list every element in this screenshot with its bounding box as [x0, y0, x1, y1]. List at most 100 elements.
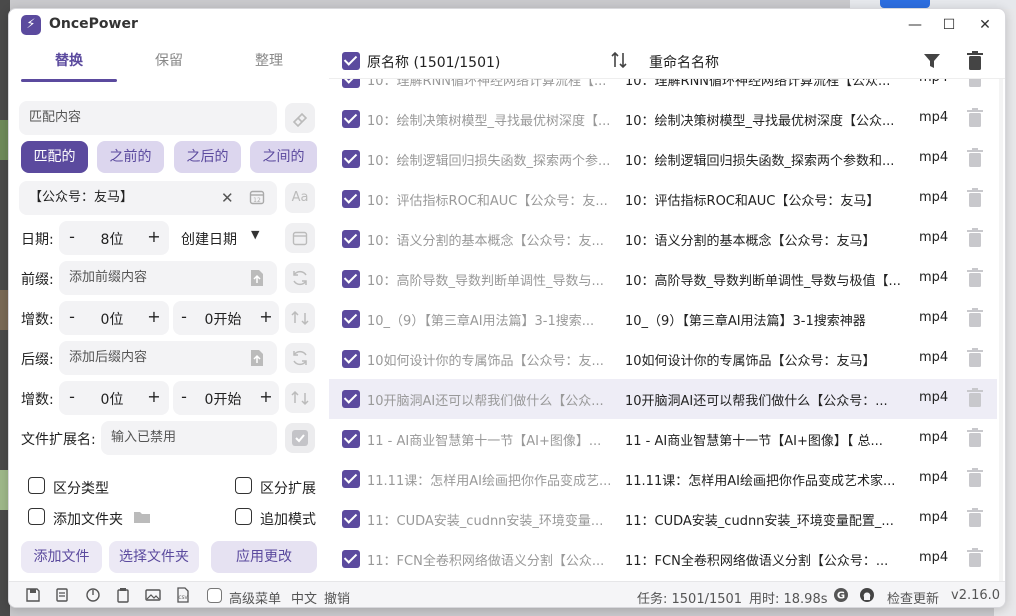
suffix-start-plus[interactable]: + [255, 387, 277, 406]
add-file-button[interactable]: 添加文件 [21, 541, 102, 573]
prefix-input[interactable]: 添加前缀内容 [59, 261, 277, 295]
row-checkbox[interactable] [342, 470, 360, 488]
select-all-checkbox[interactable] [342, 52, 360, 70]
row-checkbox[interactable] [342, 390, 360, 408]
table-row[interactable]: 11 - AI商业智慧第十一节【AI+图像】... 11 - AI商业智慧第十一节… [329, 419, 997, 459]
advanced-menu-checkbox[interactable] [207, 588, 222, 603]
row-checkbox[interactable] [342, 310, 360, 328]
save-icon[interactable] [25, 587, 41, 603]
trash-icon[interactable] [967, 79, 983, 88]
mode-before-button[interactable]: 之前的 [97, 141, 164, 173]
checkmark-icon[interactable] [285, 423, 315, 453]
table-row[interactable]: 10：高阶导数_导数判断单调性_导数与... 10：高阶导数_导数判断单调性_导数… [329, 259, 997, 299]
row-checkbox[interactable] [342, 150, 360, 168]
clipboard-icon[interactable] [115, 587, 131, 603]
calendar-icon[interactable] [285, 223, 315, 253]
mode-match-button[interactable]: 匹配的 [21, 141, 88, 173]
trash-icon[interactable] [967, 508, 983, 528]
tab-replace[interactable]: 替换 [21, 47, 117, 81]
calendar-icon[interactable]: 12 [249, 189, 265, 209]
trash-icon[interactable] [967, 428, 983, 448]
table-row[interactable]: 11：CUDA安装_cudnn安装_环境变量... 11：CUDA安装_cudnn… [329, 499, 997, 539]
row-checkbox[interactable] [342, 350, 360, 368]
table-row[interactable]: 10：评估指标ROC和AUC【公众号：友... 10：评估指标ROC和AUC【公众… [329, 179, 997, 219]
log-icon[interactable] [55, 587, 71, 603]
swap-order-icon[interactable] [285, 303, 315, 333]
table-row[interactable]: 10：绘制逻辑回归损失函数_探索两个参... 10：绘制逻辑回归损失函数_探索两个… [329, 139, 997, 179]
replace-input[interactable]: 【公众号：友马】 [19, 181, 277, 215]
row-checkbox[interactable] [342, 510, 360, 528]
table-row[interactable]: 11：FCN全卷积网络做语义分割【公众... 11：FCN全卷积网络做语义分割【公… [329, 539, 997, 579]
row-checkbox[interactable] [342, 79, 360, 88]
case-ext-checkbox[interactable] [235, 477, 252, 494]
trash-icon[interactable] [967, 228, 983, 248]
csv-icon[interactable]: CSV [175, 587, 191, 603]
case-type-checkbox[interactable] [28, 477, 45, 494]
eraser-icon[interactable] [285, 103, 315, 133]
clear-icon[interactable]: ✕ [221, 189, 234, 207]
trash-icon[interactable] [967, 51, 983, 75]
tab-organize[interactable]: 整理 [221, 47, 317, 81]
undo-button[interactable]: 撤销 [324, 588, 350, 607]
row-checkbox[interactable] [342, 550, 360, 568]
trash-icon[interactable] [967, 548, 983, 568]
prefix-start-plus[interactable]: + [255, 307, 277, 326]
image-icon[interactable] [145, 587, 161, 603]
extension-input[interactable]: 输入已禁用 [101, 421, 277, 455]
apply-changes-button[interactable]: 应用更改 [211, 541, 317, 573]
table-row[interactable]: 10：语义分割的基本概念【公众号：友... 10：语义分割的基本概念【公众号：友马… [329, 219, 997, 259]
trash-icon[interactable] [967, 268, 983, 288]
match-input[interactable]: 匹配内容 [19, 101, 277, 135]
trash-icon[interactable] [967, 108, 983, 128]
add-folder-checkbox[interactable] [28, 508, 45, 525]
suffix-digits-plus[interactable]: + [143, 387, 165, 406]
github-icon[interactable] [859, 587, 875, 603]
row-checkbox[interactable] [342, 110, 360, 128]
mode-after-button[interactable]: 之后的 [174, 141, 241, 173]
date-minus-button[interactable]: - [61, 227, 83, 246]
suffix-input[interactable]: 添加后缀内容 [59, 341, 277, 375]
table-row[interactable]: 10开脑洞AI还可以帮我们做什么【公众... 10开脑洞AI还可以帮我们做什么【公… [329, 379, 997, 419]
append-mode-checkbox[interactable] [235, 508, 252, 525]
file-import-icon[interactable] [249, 269, 265, 291]
trash-icon[interactable] [967, 388, 983, 408]
g-icon[interactable]: G [833, 587, 849, 603]
trash-icon[interactable] [967, 468, 983, 488]
trash-icon[interactable] [967, 348, 983, 368]
prefix-start-minus[interactable]: - [173, 307, 195, 326]
close-button[interactable]: ✕ [971, 13, 999, 37]
trash-icon[interactable] [967, 188, 983, 208]
table-row[interactable]: 11.11课：怎样用AI绘画把你作品变成艺... 11.11课：怎样用AI绘画把你… [329, 459, 997, 499]
tab-keep[interactable]: 保留 [121, 47, 217, 81]
trash-icon[interactable] [967, 148, 983, 168]
row-checkbox[interactable] [342, 230, 360, 248]
mode-between-button[interactable]: 之间的 [250, 141, 317, 173]
suffix-digits-minus[interactable]: - [61, 387, 83, 406]
date-plus-button[interactable]: + [143, 227, 165, 246]
prefix-digits-plus[interactable]: + [143, 307, 165, 326]
scrollbar[interactable] [999, 79, 1003, 581]
table-row[interactable]: 10：理解RNN循环神经网络计算流程【... 10：理解RNN循环神经网络计算流程… [329, 79, 997, 99]
table-row[interactable]: 10如何设计你的专属饰品【公众号：友... 10如何设计你的专属饰品【公众号：友马… [329, 339, 997, 379]
check-update-button[interactable]: 检查更新 [887, 588, 939, 607]
minimize-button[interactable]: — [901, 13, 929, 37]
row-checkbox[interactable] [342, 190, 360, 208]
power-icon[interactable] [85, 587, 101, 603]
refresh-icon[interactable] [285, 263, 315, 293]
chevron-down-icon[interactable]: ▼ [251, 228, 259, 241]
suffix-start-minus[interactable]: - [173, 387, 195, 406]
prefix-digits-minus[interactable]: - [61, 307, 83, 326]
select-folder-button[interactable]: 选择文件夹 [109, 541, 199, 573]
case-sensitive-icon[interactable]: Aa [285, 183, 315, 213]
row-checkbox[interactable] [342, 430, 360, 448]
swap-order-icon[interactable] [285, 383, 315, 413]
maximize-button[interactable]: ☐ [935, 13, 963, 37]
table-row[interactable]: 10：绘制决策树模型_寻找最优树深度【... 10：绘制决策树模型_寻找最优树深度… [329, 99, 997, 139]
date-type-select[interactable]: 创建日期 [181, 229, 237, 249]
language-toggle[interactable]: 中文 [291, 588, 317, 607]
row-checkbox[interactable] [342, 270, 360, 288]
trash-icon[interactable] [967, 308, 983, 328]
table-row[interactable]: 10_（9）【第三章AI用法篇】3-1搜索... 10_（9）【第三章AI用法篇】… [329, 299, 997, 339]
refresh-icon[interactable] [285, 343, 315, 373]
file-import-icon[interactable] [249, 349, 265, 371]
